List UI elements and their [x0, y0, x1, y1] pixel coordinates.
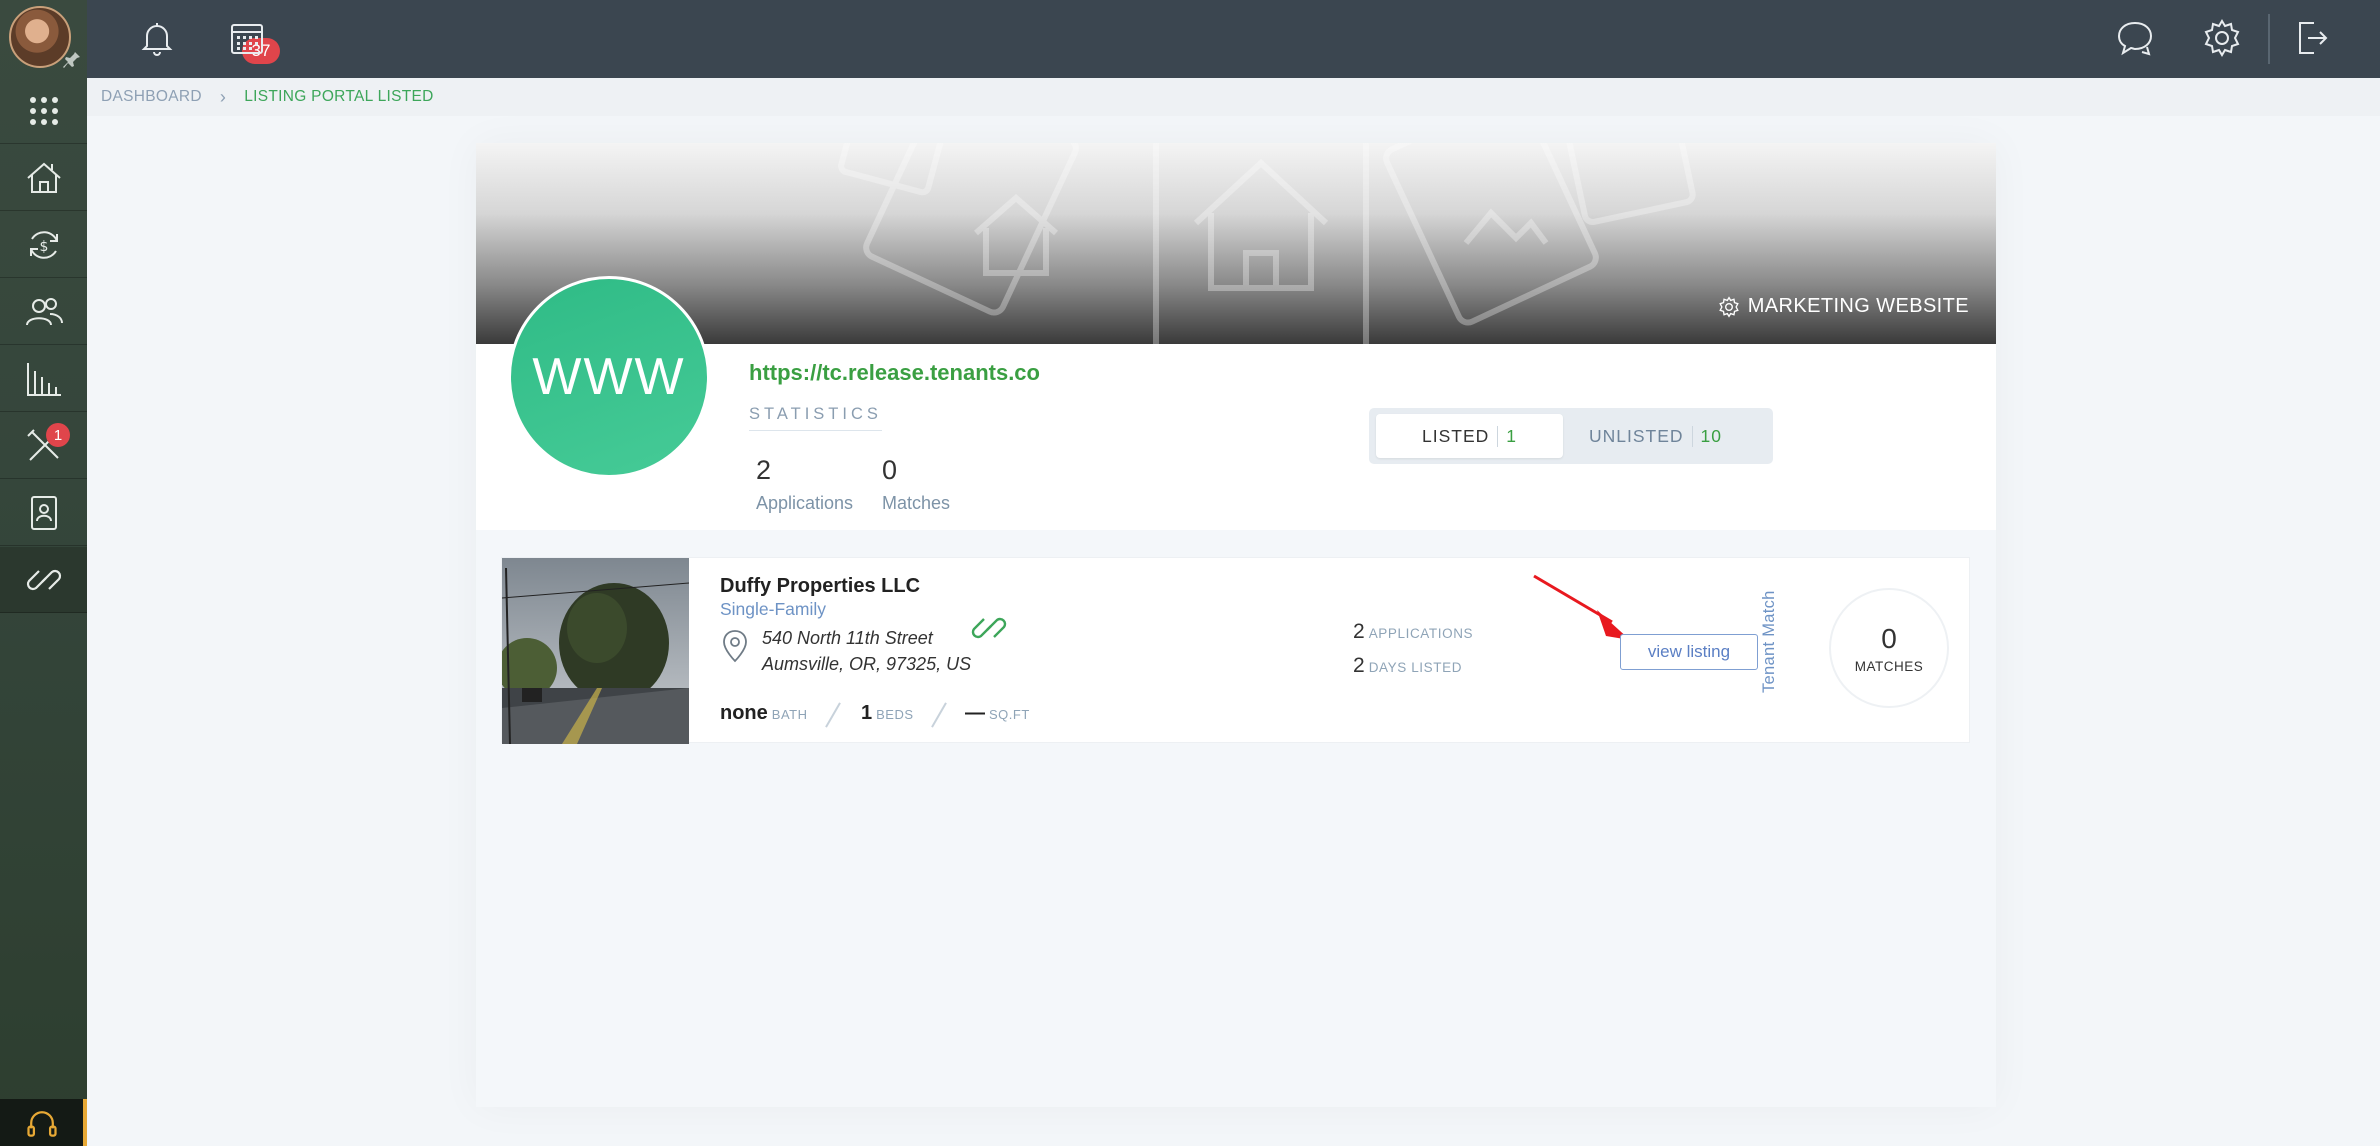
beds-label: BEDS — [876, 707, 914, 722]
breadcrumb-dashboard[interactable]: DASHBOARD — [101, 88, 202, 106]
breadcrumb-chevron-icon: › — [219, 86, 227, 107]
applications-label: Applications — [756, 493, 854, 513]
applications-count: 2 — [756, 455, 772, 485]
address-line2: Aumsville, OR, 97325, US — [762, 654, 972, 674]
property-photo[interactable] — [502, 558, 689, 744]
spec-divider — [825, 702, 841, 728]
tab-unlisted-label: UNLISTED — [1589, 425, 1684, 446]
matches-label: Matches — [882, 493, 951, 513]
sqft-value: — — [965, 702, 985, 724]
company-name[interactable]: Duffy Properties LLC — [720, 575, 920, 598]
users-icon — [25, 297, 63, 325]
sidebar-item-contacts[interactable] — [0, 480, 87, 546]
link-icon — [26, 569, 61, 590]
sidebar-item-reports[interactable] — [0, 346, 87, 412]
applications-metric-value: 2 — [1353, 620, 1365, 643]
tab-listed-label: LISTED — [1421, 425, 1490, 446]
sqft-label: SQ.FT — [989, 707, 1030, 722]
settings-gear-icon[interactable] — [2202, 18, 2242, 58]
address-line1: 540 North 11th Street — [762, 628, 933, 648]
matches-indicator[interactable]: 0 MATCHES — [1829, 588, 1949, 708]
sidebar-item-payments[interactable]: $ — [0, 212, 87, 278]
sidebar-help[interactable] — [0, 1099, 87, 1146]
listing-status-toggle: LISTED 1 UNLISTED 10 — [1369, 408, 1773, 464]
tools-badge: 1 — [46, 423, 70, 447]
listing-portal-panel: MARKETING WEBSITE WWW https://tc.release… — [476, 143, 1996, 1107]
sqft-spec: — SQ.FT — [965, 702, 1030, 725]
applications-metric-label: APPLICATIONS — [1368, 626, 1474, 641]
contact-card-icon — [30, 495, 57, 530]
grid-icon — [29, 96, 58, 125]
logout-icon[interactable] — [2290, 18, 2330, 58]
sidebar-item-apps[interactable] — [0, 78, 87, 144]
beds-spec: 1 BEDS — [861, 702, 914, 725]
red-arrow-annotation-icon — [1533, 574, 1630, 640]
matches-count: 0 — [882, 455, 898, 485]
matches-label: MATCHES — [1854, 658, 1924, 674]
marketing-website-label: MARKETING WEBSITE — [1747, 295, 1969, 317]
website-logo: WWW — [508, 276, 710, 478]
money-cycle-icon: $ — [29, 230, 58, 259]
applications-metric: 2 APPLICATIONS — [1353, 620, 1473, 644]
headset-icon — [26, 1110, 57, 1137]
spec-divider — [931, 702, 947, 728]
sidebar-item-listings[interactable] — [0, 547, 87, 613]
bell-icon[interactable] — [137, 18, 177, 58]
house-icon — [26, 162, 61, 193]
tab-unlisted-count: 10 — [1691, 425, 1722, 447]
tab-unlisted[interactable]: UNLISTED 10 — [1589, 414, 1722, 458]
statistics-title: STATISTICS — [749, 405, 882, 431]
marketing-banner: MARKETING WEBSITE — [476, 143, 1996, 344]
days-listed-value: 2 — [1353, 654, 1365, 677]
pin-icon[interactable] — [62, 50, 82, 70]
listing-card: Duffy Properties LLC Single-Family 540 N… — [501, 557, 1970, 744]
property-type: Single-Family — [720, 599, 826, 619]
days-listed-label: DAYS LISTED — [1368, 660, 1463, 675]
view-listing-button[interactable]: view listing — [1620, 634, 1758, 670]
topbar-divider — [2268, 14, 2270, 64]
beds-value: 1 — [861, 702, 873, 724]
tenant-match-label[interactable]: Tenant Match — [1760, 590, 1779, 693]
bath-spec: none BATH — [720, 702, 808, 725]
topbar: 37 — [87, 0, 2380, 78]
tab-listed[interactable]: LISTED 1 — [1376, 414, 1563, 458]
marketing-website-link[interactable]: MARKETING WEBSITE — [1718, 295, 1969, 318]
listing-link-icon[interactable] — [969, 608, 1009, 648]
calendar-icon[interactable] — [227, 18, 267, 58]
breadcrumb-current: LISTING PORTAL LISTED — [244, 88, 434, 105]
breadcrumb: DASHBOARD › LISTING PORTAL LISTED — [87, 78, 2380, 116]
days-listed-metric: 2 DAYS LISTED — [1353, 654, 1462, 678]
tab-listed-count: 1 — [1497, 425, 1517, 447]
sidebar-item-maintenance[interactable]: 1 — [0, 413, 87, 479]
bath-label: BATH — [771, 707, 808, 722]
chat-icon[interactable] — [2115, 18, 2155, 58]
bar-chart-icon — [26, 362, 61, 396]
sidebar-item-tenants[interactable] — [0, 279, 87, 345]
svg-text:$: $ — [39, 239, 48, 255]
bath-value: none — [720, 702, 768, 724]
sidebar: $ 1 — [0, 0, 87, 1146]
location-pin-icon — [723, 630, 747, 663]
site-url-link[interactable]: https://tc.release.tenants.co — [749, 360, 1040, 386]
sidebar-item-properties[interactable] — [0, 145, 87, 211]
matches-value: 0 — [1881, 622, 1897, 654]
property-photo-image — [502, 558, 689, 744]
gear-icon — [1718, 295, 1739, 318]
